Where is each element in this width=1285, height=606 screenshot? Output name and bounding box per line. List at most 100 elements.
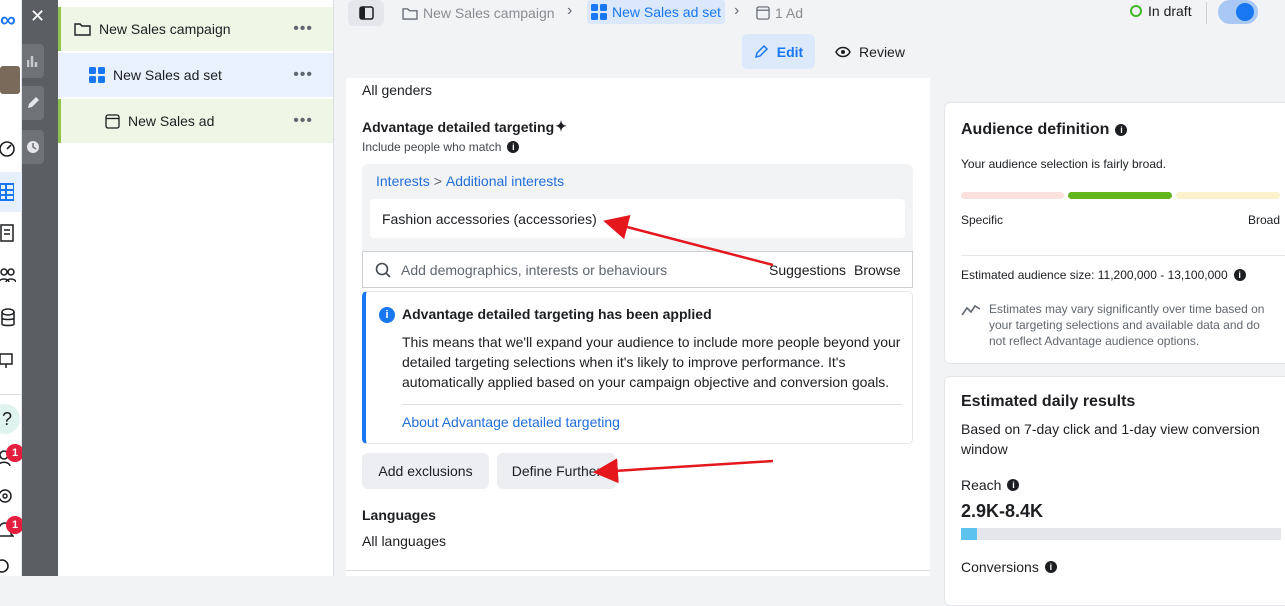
tree-item-ad[interactable]: New Sales ad •••	[58, 99, 333, 143]
additional-interests-link[interactable]: Additional interests	[446, 173, 564, 189]
breadcrumb-campaign[interactable]: New Sales campaign	[402, 3, 555, 23]
define-further-button[interactable]: Define Further	[497, 453, 616, 489]
conversions-label-row: Conversions i	[961, 559, 1057, 575]
ad-page-icon	[105, 113, 120, 129]
interest-breadcrumb: Interests > Additional interests	[376, 173, 564, 189]
publish-toggle[interactable]	[1218, 0, 1258, 24]
conversions-label: Conversions	[961, 559, 1039, 575]
gauge-specific-label: Specific	[961, 213, 1004, 227]
edit-tab[interactable]: Edit	[742, 34, 815, 69]
add-exclusions-button[interactable]: Add exclusions	[362, 453, 489, 489]
tool-history[interactable]	[22, 130, 44, 164]
more-options-icon[interactable]: •••	[293, 112, 313, 130]
sidebar-toggle-icon	[358, 6, 374, 20]
interests-link[interactable]: Interests	[376, 173, 430, 189]
audience-note: Estimates may vary significantly over ti…	[989, 302, 1265, 348]
about-advantage-link[interactable]: About Advantage detailed targeting	[402, 414, 620, 430]
sparkle-icon: ✦	[555, 118, 567, 134]
info-icon[interactable]: i	[1007, 479, 1020, 491]
audience-gauge-specific	[961, 192, 1064, 199]
interest-label: Fashion accessories (accessories)	[382, 210, 597, 227]
top-bar: New Sales campaign › New Sales ad set › …	[334, 0, 1285, 78]
more-options-icon[interactable]: •••	[293, 20, 313, 38]
status-dot-icon	[1130, 5, 1142, 17]
bar-chart-icon	[27, 56, 38, 67]
divider	[402, 404, 902, 405]
advantage-notice: i Advantage detailed targeting has been …	[362, 291, 913, 444]
languages-value: All languages	[362, 533, 447, 549]
audience-gauge-broad	[1176, 192, 1280, 199]
button-label: Define Further	[511, 463, 602, 479]
notice-body: This means that we'll expand your audien…	[402, 334, 901, 390]
folder-icon	[402, 7, 418, 20]
card-title: Audience definition	[961, 121, 1110, 138]
table-icon[interactable]	[0, 182, 14, 202]
pencil-icon	[754, 44, 768, 59]
button-label: Add exclusions	[378, 463, 473, 479]
info-icon: i	[379, 307, 395, 323]
clock-icon	[27, 141, 39, 153]
left-nav-rail: ∞ ? 1 1	[0, 0, 24, 576]
folder-icon	[74, 23, 91, 36]
detailed-targeting-title: Advantage detailed targeting ✦	[362, 118, 567, 135]
badge-count: 1	[11, 447, 19, 459]
breadcrumb-label: New Sales campaign	[423, 5, 555, 21]
card-title-row: Audience definition i	[961, 121, 1128, 139]
notice-title: Advantage detailed targeting has been ap…	[402, 306, 712, 322]
tool-reports[interactable]	[22, 44, 44, 78]
reach-label-row: Reach i	[961, 477, 1020, 493]
chevron-right-icon: ›	[567, 2, 573, 19]
avatar[interactable]	[0, 66, 20, 94]
targeting-search-input[interactable]: Add demographics, interests or behaviour…	[362, 251, 913, 288]
tool-edit[interactable]	[22, 86, 44, 120]
audience-size: Estimated audience size: 11,200,000 - 13…	[961, 268, 1228, 282]
info-icon[interactable]: i	[1044, 561, 1057, 573]
search-icon[interactable]	[0, 558, 12, 576]
browse-button[interactable]: Browse	[854, 262, 901, 278]
divider	[961, 255, 1285, 256]
breadcrumb-label: New Sales ad set	[612, 4, 721, 20]
more-options-icon[interactable]: •••	[293, 66, 313, 84]
help-icon: ?	[1, 408, 12, 429]
info-icon[interactable]: i	[1115, 124, 1128, 136]
adset-grid-icon	[89, 67, 105, 83]
audience-size-row: Estimated audience size: 11,200,000 - 13…	[961, 268, 1246, 282]
breadcrumb-label: 1 Ad	[775, 5, 804, 21]
tree-item-adset[interactable]: New Sales ad set •••	[58, 53, 333, 97]
include-label: Include people who match	[362, 140, 502, 154]
pages-icon[interactable]	[0, 222, 16, 244]
suggestions-button[interactable]: Suggestions	[769, 262, 846, 278]
ads-reporting-icon[interactable]	[0, 350, 14, 370]
settings-icon[interactable]	[0, 487, 14, 505]
selected-interest-chip[interactable]: Fashion accessories (accessories)	[370, 199, 905, 238]
audiences-icon[interactable]	[0, 266, 16, 284]
dashboard-icon[interactable]	[0, 138, 16, 160]
breadcrumb-ad[interactable]: 1 Ad	[756, 3, 803, 23]
info-icon[interactable]: i	[1233, 269, 1246, 281]
card-title: Estimated daily results	[961, 393, 1136, 410]
divider	[346, 570, 930, 571]
help-button[interactable]: ?	[0, 404, 20, 434]
tree-item-campaign[interactable]: New Sales campaign •••	[58, 7, 333, 51]
billing-icon[interactable]	[0, 307, 16, 329]
audience-subtitle: Your audience selection is fairly broad.	[961, 157, 1167, 171]
section-title: Advantage detailed targeting	[362, 118, 555, 135]
info-icon[interactable]: i	[507, 141, 520, 153]
languages-title: Languages	[362, 507, 436, 523]
review-tab[interactable]: Review	[832, 34, 908, 69]
crumb-separator: >	[433, 173, 442, 189]
edit-label: Edit	[776, 43, 804, 60]
campaign-tree: New Sales campaign ••• New Sales ad set …	[58, 0, 334, 576]
meta-logo-icon[interactable]: ∞	[0, 9, 16, 31]
pencil-icon	[28, 97, 39, 108]
badge-count: 1	[11, 519, 19, 531]
breadcrumb-adset[interactable]: New Sales ad set	[587, 0, 725, 24]
include-label-row: Include people who match i	[362, 140, 520, 154]
close-icon[interactable]: ✕	[30, 6, 45, 27]
status-indicator: In draft	[1130, 3, 1192, 19]
toggle-panel-button[interactable]	[348, 0, 384, 26]
review-label: Review	[859, 43, 905, 60]
eye-icon	[835, 46, 851, 57]
chevron-right-icon: ›	[734, 2, 740, 19]
reach-value: 2.9K-8.4K	[961, 501, 1044, 521]
